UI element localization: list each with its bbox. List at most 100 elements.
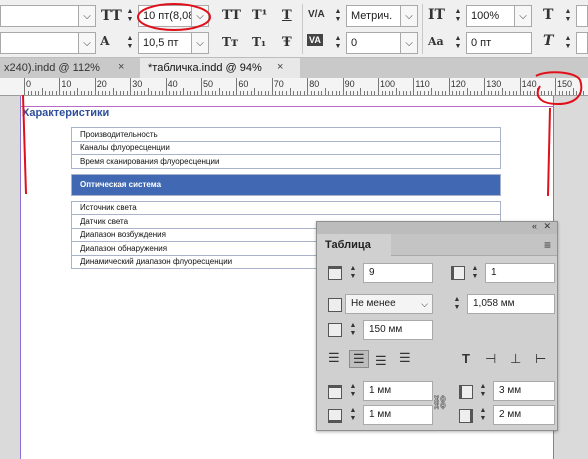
ruler-tick (31, 91, 33, 95)
font-family-field[interactable] (0, 32, 80, 54)
row-height-mode-select[interactable]: Не менее ⌵ (345, 294, 433, 314)
tracking-field[interactable]: 0 (346, 32, 402, 54)
close-icon[interactable]: × (118, 61, 124, 73)
font-style-field[interactable] (0, 5, 80, 27)
table-cell[interactable]: Каналы флуоресценции (71, 140, 501, 155)
collapse-icon[interactable]: « (532, 221, 537, 231)
align-center-icon[interactable]: ☰ (349, 350, 369, 368)
inset-right-field[interactable]: 2 мм (493, 405, 555, 425)
baseline-shift-spinner[interactable]: ▲ ▼ (452, 32, 464, 54)
ruler-tick (477, 91, 479, 95)
skew-field[interactable] (576, 32, 588, 54)
panel-menu-icon[interactable]: ≡ (544, 238, 551, 252)
inset-left-spinner[interactable]: ▲ ▼ (477, 381, 489, 401)
rotate-0-icon[interactable]: T (462, 351, 470, 366)
vertical-scale-field[interactable]: 100% (466, 5, 516, 27)
table-cell[interactable]: Источник света (71, 200, 501, 215)
table-row[interactable]: Каналы флуоресценции (71, 140, 501, 155)
rotate-90-icon[interactable]: ⊣ (485, 351, 496, 367)
skew-spinner[interactable]: ▲ ▼ (562, 32, 574, 54)
align-top-icon[interactable]: ☰ (328, 350, 340, 366)
ruler-tick (300, 91, 302, 95)
inset-bottom-field[interactable]: 1 мм (363, 405, 433, 425)
tab-document-1[interactable]: x240).indd @ 112% (0, 58, 126, 78)
kerning-dropdown[interactable]: ⌵ (400, 5, 418, 27)
superscript-icon[interactable]: T¹ (252, 8, 267, 23)
columns-field[interactable]: 1 (485, 263, 555, 283)
ruler-tick (123, 91, 125, 95)
table-header-row[interactable]: Оптическая система (71, 173, 501, 196)
baseline-shift-field[interactable]: 0 пт (466, 32, 532, 54)
column-width-spinner[interactable]: ▲ ▼ (347, 320, 359, 340)
leading-field[interactable]: 10,5 пт (138, 32, 192, 54)
inset-bottom-spinner[interactable]: ▲ ▼ (347, 405, 359, 425)
tracking-dropdown[interactable]: ⌵ (400, 32, 418, 54)
tab-document-2[interactable]: *табличка.indd @ 94% (140, 58, 300, 78)
font-size-field[interactable]: 10 пт(8,08 (138, 5, 192, 27)
close-icon[interactable]: ✕ (543, 221, 551, 232)
close-icon[interactable]: × (277, 61, 283, 73)
all-caps-icon[interactable]: TT (222, 8, 241, 23)
inset-top-spinner[interactable]: ▲ ▼ (347, 381, 359, 401)
table-cell[interactable]: Производительность (71, 127, 501, 142)
rows-field[interactable]: 9 (363, 263, 433, 283)
strikethrough-icon[interactable]: Ŧ (282, 35, 292, 50)
document-heading[interactable]: Характеристики (22, 107, 109, 119)
font-family-dropdown[interactable]: ⌵ (78, 32, 96, 54)
ruler-tick (45, 91, 47, 95)
ruler-tick (512, 91, 514, 95)
horizontal-scale-spinner[interactable]: ▲ ▼ (562, 5, 574, 27)
row-height-field[interactable]: 1,058 мм (467, 294, 555, 314)
ruler-tick (484, 78, 486, 95)
font-size-dropdown[interactable]: ⌵ (191, 5, 209, 27)
vertical-scale-dropdown[interactable]: ⌵ (514, 5, 532, 27)
ruler-tick (108, 91, 110, 95)
inset-right-spinner[interactable]: ▲ ▼ (477, 405, 489, 425)
leading-dropdown[interactable]: ⌵ (191, 32, 209, 54)
table-row[interactable]: Время сканирования флуоресценции (71, 154, 501, 169)
horizontal-ruler[interactable]: 0 10 20 30 40 50 60 70 80 90 100 110 120 130 140 150 (0, 78, 588, 96)
column-width-field[interactable]: 150 мм (363, 320, 433, 340)
ruler-label: 30 (132, 79, 143, 89)
kerning-field[interactable]: Метрич. (346, 5, 402, 27)
ruler-tick (24, 78, 25, 95)
table-row[interactable]: Источник света (71, 200, 501, 215)
ruler-tick (307, 78, 309, 95)
row-height-spinner[interactable]: ▲ ▼ (451, 294, 463, 314)
subscript-icon[interactable]: T₁ (252, 35, 266, 49)
ruler-tick (303, 91, 305, 95)
rotate-180-icon[interactable]: ⊥ (510, 351, 521, 367)
columns-spinner[interactable]: ▲ ▼ (469, 263, 481, 283)
underline-icon[interactable]: T (282, 8, 292, 23)
align-bottom-icon[interactable]: ☰ (375, 353, 387, 369)
justify-vertical-icon[interactable]: ☰ (399, 350, 411, 366)
ruler-tick (250, 91, 252, 95)
leading-spinner[interactable]: ▲ ▼ (124, 32, 136, 54)
ruler-tick (172, 91, 174, 95)
tab-table[interactable]: Таблица (317, 234, 391, 256)
ruler-tick (162, 91, 164, 95)
ruler-tick (480, 91, 482, 95)
chain-link-icon[interactable]: ⛓ (431, 394, 449, 411)
font-style-dropdown[interactable]: ⌵ (78, 5, 96, 27)
panel-titlebar[interactable]: « ✕ (317, 221, 557, 234)
table-cell[interactable]: Время сканирования флуоресценции (71, 154, 501, 169)
table-row[interactable]: Производительность (71, 127, 501, 142)
table-cell[interactable]: Оптическая система (71, 173, 501, 196)
small-caps-icon[interactable]: Tт (222, 35, 238, 49)
inset-left-field[interactable]: 3 мм (493, 381, 555, 401)
ruler-tick (62, 91, 64, 95)
vertical-scale-spinner[interactable]: ▲ ▼ (452, 5, 464, 27)
ruler-tick (324, 88, 326, 95)
rows-spinner[interactable]: ▲ ▼ (347, 263, 359, 283)
rotate-270-icon[interactable]: ⊢ (535, 351, 546, 367)
font-size-spinner[interactable]: ▲ ▼ (124, 5, 136, 27)
ruler-tick (459, 91, 461, 95)
ruler-tick (133, 91, 135, 95)
ruler-tick (130, 78, 132, 95)
tracking-spinner[interactable]: ▲ ▼ (332, 32, 344, 54)
ruler-tick (516, 91, 518, 95)
kerning-spinner[interactable]: ▲ ▼ (332, 5, 344, 27)
inset-top-field[interactable]: 1 мм (363, 381, 433, 401)
horizontal-scale-field[interactable] (576, 5, 588, 27)
